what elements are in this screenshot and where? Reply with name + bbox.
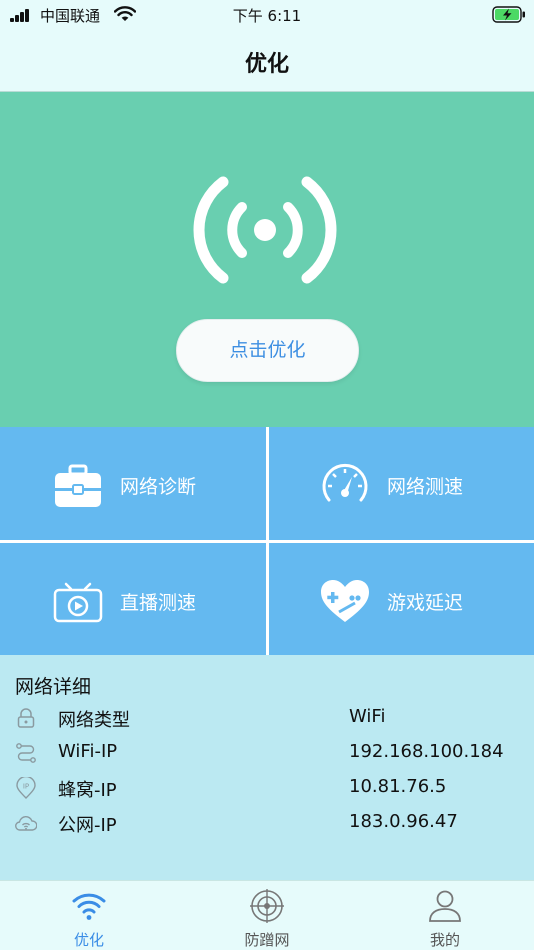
detail-label: WiFi-IP: [58, 741, 118, 762]
detail-value: 183.0.96.47: [349, 811, 458, 832]
tab-anti-leech[interactable]: 防蹭网: [222, 881, 312, 950]
tab-label: 防蹭网: [244, 931, 290, 949]
detail-row-public-ip: 公网-IP 183.0.96.47: [0, 806, 534, 840]
detail-row-wifi-ip: WiFi-IP 192.168.100.184: [0, 736, 534, 770]
radar-icon: [250, 889, 284, 923]
speed-test-tile[interactable]: 网络测速: [269, 427, 534, 541]
detail-label: 蜂窝-IP: [58, 780, 117, 801]
live-speed-tile[interactable]: 直播测速: [0, 543, 267, 657]
detail-value: 10.81.76.5: [349, 776, 447, 797]
tab-label: 我的: [429, 931, 460, 949]
status-bar: 中国联通 下午 6:11: [0, 0, 534, 30]
toolbox-icon: [55, 464, 101, 507]
tile-label: 直播测速: [120, 592, 197, 614]
lock-icon: [17, 708, 35, 728]
tab-profile[interactable]: 我的: [400, 881, 490, 950]
detail-row-cellular-ip: IP 蜂窝-IP 10.81.76.5: [0, 771, 534, 805]
tab-optimize[interactable]: 优化: [44, 881, 134, 950]
page-title: 优化: [244, 52, 289, 77]
game-latency-tile[interactable]: 游戏延迟: [269, 543, 534, 657]
details-title: 网络详细: [15, 676, 92, 698]
svg-text:IP: IP: [23, 783, 29, 791]
cloud-wifi-icon: [15, 816, 37, 831]
detail-row-network-type: 网络类型 WiFi: [0, 701, 534, 735]
detail-value: 192.168.100.184: [349, 741, 504, 762]
network-diagnosis-tile[interactable]: 网络诊断: [0, 427, 267, 541]
tile-label: 游戏延迟: [387, 592, 464, 614]
ip-pin-icon: IP: [16, 777, 36, 799]
wifi-icon: [72, 893, 106, 920]
tab-label: 优化: [73, 931, 104, 949]
battery-charging-icon: [492, 6, 525, 23]
nav-header: 优化: [0, 30, 534, 92]
detail-label: 网络类型: [58, 710, 130, 731]
detail-value: WiFi: [349, 706, 386, 727]
tile-label: 网络测速: [387, 476, 464, 498]
tab-bar: 优化 防蹭网 我的: [0, 880, 534, 950]
grid-divider-horizontal: [0, 540, 534, 543]
detail-label: 公网-IP: [58, 815, 117, 836]
tile-label: 网络诊断: [120, 476, 197, 498]
optimize-button[interactable]: 点击优化: [176, 319, 359, 382]
speedometer-icon: [322, 463, 368, 502]
route-icon: [16, 743, 36, 763]
signal-broadcast-icon: [193, 176, 337, 284]
gamepad-heart-icon: [321, 580, 369, 622]
tv-play-icon: [53, 582, 103, 623]
user-icon: [429, 890, 461, 922]
network-details: 网络详细 网络类型 WiFi WiFi-IP 192.168.100.184 I…: [0, 655, 534, 880]
status-time: 下午 6:11: [232, 7, 302, 25]
